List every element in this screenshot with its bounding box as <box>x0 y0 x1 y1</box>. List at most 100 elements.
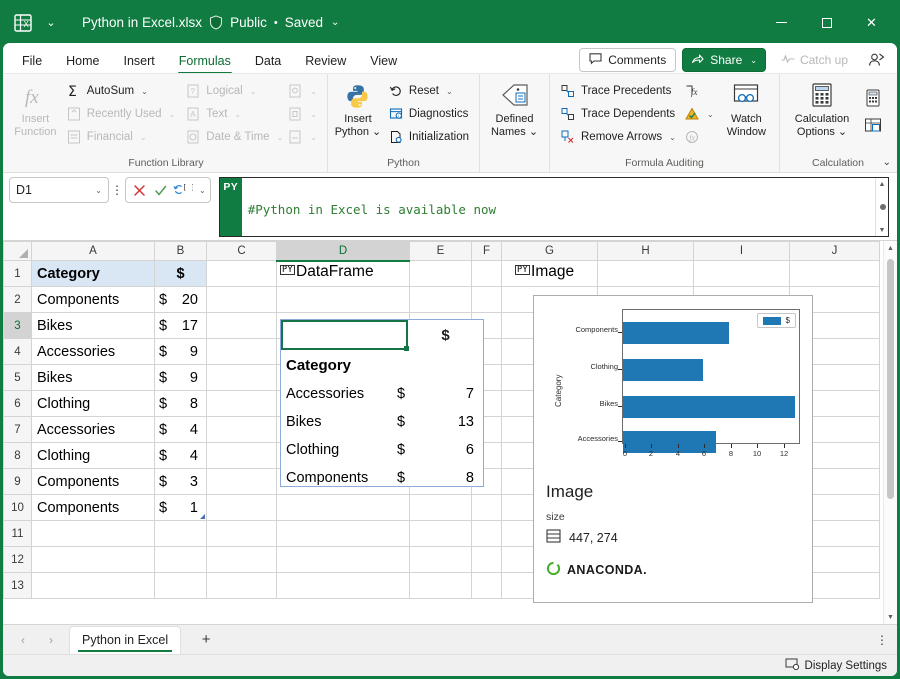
cell-i1[interactable] <box>693 260 790 287</box>
lookup-reference-button[interactable]: ⌄ <box>283 80 321 102</box>
cell-c3[interactable] <box>206 312 277 339</box>
cell-e4[interactable] <box>409 338 472 365</box>
grid-vertical-scrollbar[interactable]: ▲ ▼ <box>883 241 897 624</box>
cell-c8[interactable] <box>206 442 277 469</box>
column-header-h[interactable]: H <box>597 241 694 261</box>
cell-e12[interactable] <box>409 546 472 573</box>
formula-bar-kebab[interactable]: ⋮ <box>109 177 125 203</box>
sheet-tabs-kebab[interactable]: ⋮ <box>867 627 897 653</box>
cell-e7[interactable] <box>409 416 472 443</box>
cell-c10[interactable] <box>206 494 277 521</box>
cell-b12[interactable] <box>154 546 207 573</box>
cell-d9[interactable] <box>276 468 410 495</box>
cell-e9[interactable] <box>409 468 472 495</box>
cell-h9[interactable] <box>597 468 694 495</box>
tab-data[interactable]: Data <box>244 51 292 73</box>
cell-j5[interactable] <box>789 364 880 391</box>
person-add-icon[interactable] <box>863 48 889 72</box>
cell-e5[interactable] <box>409 364 472 391</box>
logical-button[interactable]: ? Logical ⌄ <box>181 80 281 102</box>
date-time-button[interactable]: Date & Time ⌄ <box>181 126 283 148</box>
more-functions-button[interactable]: ⌄ <box>283 126 321 148</box>
display-settings-button[interactable]: Display Settings <box>785 658 887 674</box>
chevron-down-icon[interactable]: ⌄ <box>669 133 676 142</box>
name-box[interactable]: D1 ⌄ <box>9 177 109 203</box>
autosum-button[interactable]: Σ AutoSum ⌄ <box>62 80 180 102</box>
cell-c1[interactable] <box>206 260 277 287</box>
cell-a7[interactable]: Accessories <box>31 416 155 443</box>
text-button[interactable]: A Text ⌄ <box>181 103 281 125</box>
row-header-12[interactable]: 12 <box>3 546 32 573</box>
column-header-b[interactable]: B <box>154 241 207 261</box>
calculate-sheet-button[interactable] <box>860 112 890 138</box>
column-header-c[interactable]: C <box>206 241 277 261</box>
trace-dependents-button[interactable]: Trace Dependents <box>556 103 678 125</box>
prev-sheet-button[interactable]: ‹ <box>9 627 37 653</box>
insert-function-button[interactable]: fx Insert Function <box>11 77 60 139</box>
cell-c5[interactable] <box>206 364 277 391</box>
cell-e2[interactable] <box>409 286 472 313</box>
row-header-2[interactable]: 2 <box>3 286 32 313</box>
column-header-j[interactable]: J <box>789 241 880 261</box>
cell-f7[interactable] <box>471 416 502 443</box>
row-header-9[interactable]: 9 <box>3 468 32 495</box>
column-header-d[interactable]: D <box>276 241 410 262</box>
cell-c2[interactable] <box>206 286 277 313</box>
cell-d7[interactable] <box>276 416 410 443</box>
cell-h10[interactable] <box>597 494 694 521</box>
cell-a1[interactable]: Category <box>31 260 155 287</box>
cell-f3[interactable] <box>471 312 502 339</box>
catch-up-button[interactable]: Catch up <box>772 48 857 72</box>
cell-j11[interactable] <box>789 520 880 547</box>
cell-j10[interactable] <box>789 494 880 521</box>
initialization-button[interactable]: Initialization <box>384 126 473 148</box>
cell-e13[interactable] <box>409 572 472 599</box>
cell-d6[interactable] <box>276 390 410 417</box>
cell-a9[interactable]: Components <box>31 468 155 495</box>
row-header-4[interactable]: 4 <box>3 338 32 365</box>
cell-d4[interactable] <box>276 338 410 365</box>
chevron-down-icon[interactable]: ⌄ <box>141 87 148 96</box>
tab-file[interactable]: File <box>11 51 53 73</box>
cell-i3[interactable] <box>693 312 790 339</box>
scroll-up-icon[interactable]: ▲ <box>876 178 888 190</box>
cell-i4[interactable] <box>693 338 790 365</box>
sheet-tab-python-in-excel[interactable]: Python in Excel <box>69 625 182 654</box>
tab-formulas[interactable]: Formulas <box>168 51 242 74</box>
chevron-down-icon[interactable]: ⌄ <box>234 110 241 119</box>
cell-g8[interactable] <box>501 442 598 469</box>
cell-i8[interactable] <box>693 442 790 469</box>
cell-g12[interactable] <box>501 546 598 573</box>
cell-c11[interactable] <box>206 520 277 547</box>
cell-e11[interactable] <box>409 520 472 547</box>
row-header-3[interactable]: 3 <box>3 312 32 339</box>
cell-b7[interactable]: $4 <box>154 416 207 443</box>
cell-a3[interactable]: Bikes <box>31 312 155 339</box>
cell-g7[interactable] <box>501 416 598 443</box>
cell-g6[interactable] <box>501 390 598 417</box>
row-header-10[interactable]: 10 <box>3 494 32 521</box>
table-resize-handle[interactable] <box>200 514 205 519</box>
tab-review[interactable]: Review <box>294 51 357 73</box>
cell-d8[interactable] <box>276 442 410 469</box>
cell-d3[interactable] <box>276 312 410 339</box>
cell-h11[interactable] <box>597 520 694 547</box>
cell-d11[interactable] <box>276 520 410 547</box>
math-trig-button[interactable]: ⌄ <box>283 103 321 125</box>
cell-h7[interactable] <box>597 416 694 443</box>
cell-c7[interactable] <box>206 416 277 443</box>
tab-insert[interactable]: Insert <box>113 51 166 73</box>
cell-c13[interactable] <box>206 572 277 599</box>
cell-j2[interactable] <box>789 286 880 313</box>
cell-i11[interactable] <box>693 520 790 547</box>
cell-i9[interactable] <box>693 468 790 495</box>
cell-j4[interactable] <box>789 338 880 365</box>
column-header-a[interactable]: A <box>31 241 155 261</box>
chevron-down-icon[interactable]: ⌄ <box>140 133 147 142</box>
cell-f8[interactable] <box>471 442 502 469</box>
cell-b1[interactable]: $ <box>154 260 207 287</box>
cell-f12[interactable] <box>471 546 502 573</box>
ribbon-collapse-icon[interactable]: ⌄ <box>883 157 891 168</box>
cell-f9[interactable] <box>471 468 502 495</box>
cell-e8[interactable] <box>409 442 472 469</box>
